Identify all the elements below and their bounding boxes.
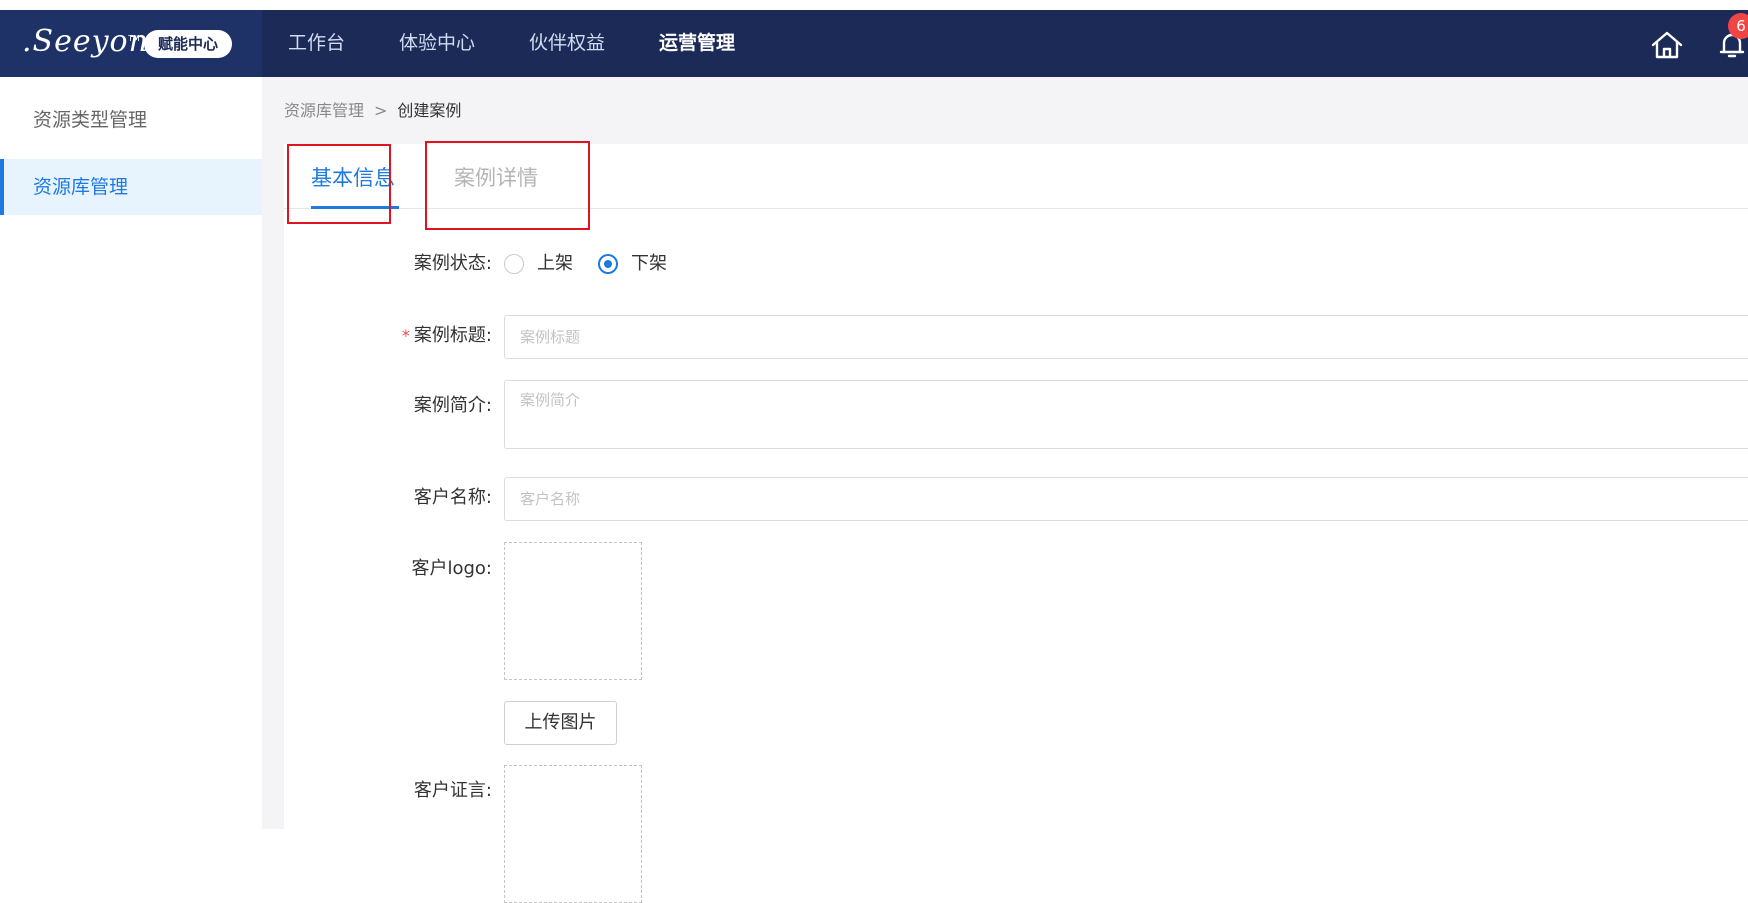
customer-logo-label: 客户logo: — [411, 558, 492, 579]
breadcrumb-separator: > — [374, 101, 388, 120]
case-intro-label: 案例简介: — [413, 395, 492, 416]
sidebar-item-resource-types[interactable]: 资源类型管理 — [0, 92, 262, 148]
customer-name-label: 客户名称: — [413, 487, 492, 508]
customer-logo-upload-area[interactable] — [504, 542, 642, 680]
customer-name-input[interactable] — [504, 477, 1748, 521]
nav-experience-center[interactable]: 体验中心 — [399, 10, 475, 77]
main-nav: 工作台 体验中心 伙伴权益 运营管理 — [288, 10, 789, 77]
sidebar-item-label: 资源库管理 — [33, 176, 129, 198]
top-navbar: .Seeyon TM 赋能中心 工作台 体验中心 伙伴权益 运营管理 — [0, 10, 1748, 77]
annotation-box-basic-info — [287, 144, 391, 224]
nav-workbench[interactable]: 工作台 — [288, 10, 345, 77]
customer-testimonial-upload-area[interactable] — [504, 765, 642, 903]
case-title-input[interactable] — [504, 315, 1748, 359]
breadcrumb: 资源库管理 > 创建案例 — [284, 100, 461, 122]
upload-image-button[interactable]: 上传图片 — [504, 701, 617, 745]
sidebar: 资源类型管理 资源库管理 — [0, 77, 262, 829]
logo-area[interactable]: .Seeyon TM 赋能中心 — [0, 10, 262, 77]
nav-partner-benefits[interactable]: 伙伴权益 — [529, 10, 605, 77]
status-radio-off-shelf[interactable] — [598, 254, 618, 274]
case-title-label: * 案例标题: — [292, 324, 492, 348]
home-icon[interactable] — [1650, 30, 1684, 60]
breadcrumb-parent[interactable]: 资源库管理 — [284, 101, 364, 120]
logo-badge: 赋能中心 — [144, 30, 233, 58]
case-title-label-text: 案例标题: — [413, 325, 492, 346]
sidebar-item-label: 资源类型管理 — [33, 109, 148, 131]
status-option-on-shelf[interactable]: 上架 — [537, 252, 573, 276]
status-option-off-shelf[interactable]: 下架 — [631, 252, 667, 276]
case-status-label: 案例状态: — [413, 253, 492, 274]
logo-trademark: TM — [128, 34, 140, 43]
customer-testimonial-label: 客户证言: — [413, 780, 492, 801]
annotation-box-case-details — [425, 141, 590, 230]
nav-operations[interactable]: 运营管理 — [659, 10, 735, 77]
required-mark: * — [401, 326, 410, 345]
case-intro-textarea[interactable] — [504, 380, 1748, 449]
status-radio-on-shelf[interactable] — [504, 254, 524, 274]
notification-badge: 6 — [1728, 13, 1748, 39]
sidebar-item-resource-library[interactable]: 资源库管理 — [0, 159, 262, 215]
breadcrumb-current: 创建案例 — [397, 101, 462, 120]
